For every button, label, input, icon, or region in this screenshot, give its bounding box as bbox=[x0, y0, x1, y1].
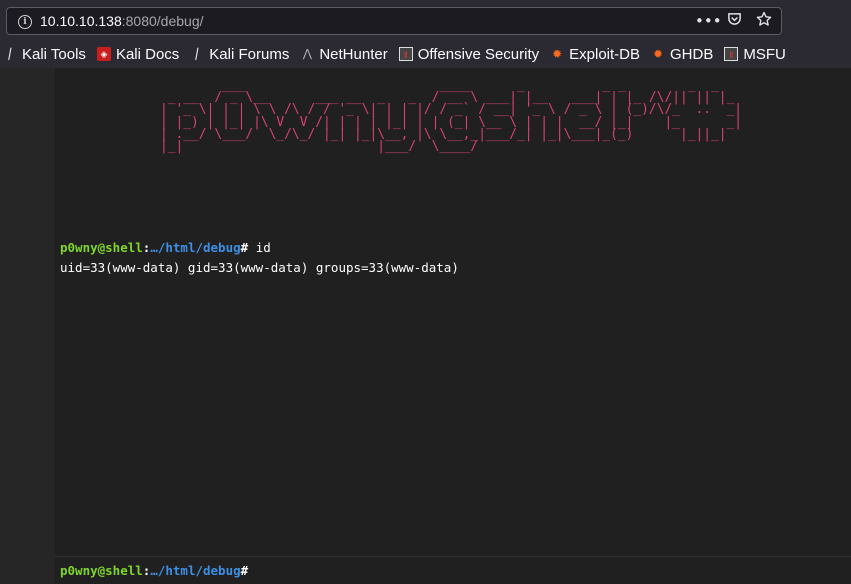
star-icon[interactable] bbox=[755, 11, 773, 32]
exploit-db-icon: ✹ bbox=[652, 47, 664, 61]
nethunter-icon: ⋀ bbox=[302, 48, 312, 60]
prompt-path: …/html/debug bbox=[150, 563, 241, 578]
input-prompt: p0wny@shell:…/html/debug# bbox=[60, 563, 248, 578]
exploit-db-icon: ✹ bbox=[552, 47, 563, 61]
shell-input-row: p0wny@shell:…/html/debug# bbox=[55, 556, 851, 584]
browser-toolbar: i 10.10.10.138:8080/debug/ ••• bbox=[0, 0, 851, 40]
url-bar[interactable]: i 10.10.10.138:8080/debug/ ••• bbox=[6, 7, 782, 35]
url-actions: ••• bbox=[695, 11, 773, 32]
shell-terminal: ___ ____ _ _ _ _ _ _ __ / _ \__ ___ __ _… bbox=[55, 68, 851, 584]
offsec-icon: ǁ bbox=[724, 47, 739, 61]
prompt-hash: # bbox=[240, 563, 249, 578]
bookmark-ghdb[interactable]: ✹ GHDB bbox=[651, 46, 713, 63]
command-input[interactable] bbox=[265, 561, 839, 583]
prompt-user: p0wny@shell bbox=[60, 240, 143, 255]
pocket-icon[interactable] bbox=[725, 11, 743, 32]
command-output: uid=33(www-data) gid=33(www-data) groups… bbox=[60, 260, 459, 275]
bookmark-offensive-security[interactable]: ǁ Offensive Security bbox=[398, 46, 539, 63]
bookmark-exploit-db[interactable]: ✹ Exploit-DB bbox=[550, 46, 640, 63]
more-icon[interactable]: ••• bbox=[695, 11, 722, 32]
bookmark-kali-forums[interactable]: ⟋ Kali Forums bbox=[190, 46, 289, 63]
kali-dragon-icon: ⟋ bbox=[190, 45, 205, 63]
bookmark-msfu[interactable]: ǁ MSFU bbox=[724, 46, 786, 63]
ascii-banner: ___ ____ _ _ _ _ _ _ __ / _ \__ ___ __ _… bbox=[160, 78, 743, 155]
prompt-user: p0wny@shell bbox=[60, 563, 143, 578]
command-text: id bbox=[248, 240, 271, 255]
url-text[interactable]: 10.10.10.138:8080/debug/ bbox=[40, 13, 204, 29]
page-margin bbox=[0, 68, 55, 584]
offsec-icon: ǁ bbox=[398, 47, 413, 61]
bookmark-kali-tools[interactable]: ⟋ Kali Tools bbox=[3, 46, 86, 63]
bookmark-kali-docs[interactable]: ◈ Kali Docs bbox=[96, 46, 179, 63]
kali-docs-icon: ◈ bbox=[96, 47, 111, 61]
command-line: p0wny@shell:…/html/debug# id bbox=[60, 240, 271, 255]
bookmarks-bar: ⟋ Kali Tools ◈ Kali Docs ⟋ Kali Forums ⋀ Net… bbox=[0, 40, 851, 68]
prompt-path: …/html/debug bbox=[150, 240, 241, 255]
bookmark-nethunter[interactable]: ⋀ NetHunter bbox=[300, 46, 388, 63]
info-icon[interactable]: i bbox=[18, 15, 32, 29]
kali-dragon-icon: ⟋ bbox=[2, 45, 18, 63]
